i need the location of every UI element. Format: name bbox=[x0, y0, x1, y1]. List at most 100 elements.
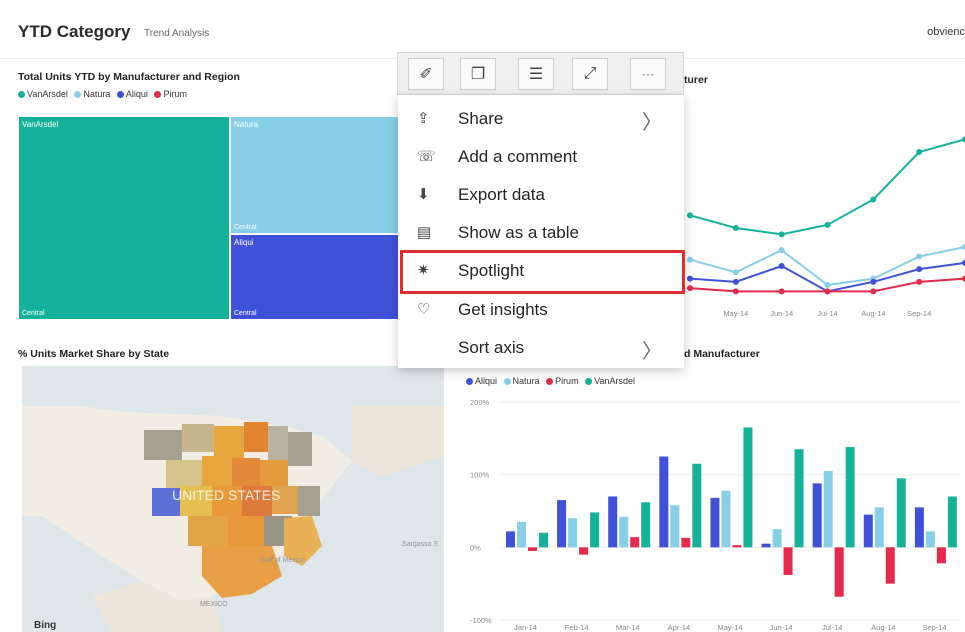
bar bbox=[670, 505, 680, 548]
chevron-right-icon: 〉 bbox=[642, 341, 662, 363]
x-tick-label: Jun-14 bbox=[770, 623, 793, 632]
more-options-icon[interactable]: ··· bbox=[630, 58, 666, 90]
menu-item-add-comment[interactable]: ☏ Add a comment bbox=[398, 138, 684, 176]
line-point bbox=[824, 221, 831, 228]
line-point bbox=[824, 288, 831, 295]
bar bbox=[681, 537, 691, 548]
x-tick-label: Jul-14 bbox=[822, 623, 842, 632]
bar bbox=[590, 512, 600, 548]
page-title: YTD Category bbox=[18, 22, 131, 41]
bar bbox=[914, 507, 924, 548]
bar bbox=[557, 500, 567, 548]
bar bbox=[947, 496, 957, 548]
menu-item-export-data[interactable]: ⬇ Export data bbox=[398, 176, 684, 214]
legend-item[interactable]: VanArsdel bbox=[18, 89, 68, 99]
line-point bbox=[870, 196, 877, 203]
line-series bbox=[689, 246, 965, 287]
bar bbox=[863, 514, 873, 548]
line-point bbox=[732, 269, 739, 276]
menu-item-share[interactable]: ⇪ Share 〉 bbox=[398, 100, 684, 138]
menu-item-label: Get insights bbox=[458, 300, 548, 319]
line-point bbox=[687, 256, 693, 263]
x-tick-label: May-14 bbox=[717, 623, 742, 632]
pin-icon[interactable]: ✐ bbox=[408, 58, 444, 90]
copy-icon[interactable]: ❐ bbox=[460, 58, 496, 90]
line-point bbox=[916, 266, 923, 273]
y-tick-label: -100% bbox=[470, 616, 492, 625]
legend-item[interactable]: Natura bbox=[74, 89, 110, 99]
line-point bbox=[778, 247, 785, 254]
legend-item[interactable]: Aliqui bbox=[116, 89, 148, 99]
menu-item-show-as-table[interactable]: ▤ Show as a table bbox=[398, 214, 684, 252]
menu-item-label: Share bbox=[458, 109, 504, 128]
bar bbox=[783, 547, 793, 575]
map-country-label: UNITED STATES bbox=[172, 487, 280, 503]
bar bbox=[692, 463, 702, 548]
line-point bbox=[916, 278, 923, 285]
map-canvas[interactable]: UNITED STATES Gulf of Mexico MEXICO Sarg… bbox=[22, 366, 444, 632]
map-title: % Units Market Share by State bbox=[18, 348, 170, 360]
line-point bbox=[870, 278, 877, 285]
share-icon: ⇪ bbox=[417, 110, 430, 127]
map-gulf-label: Gulf of Mexico bbox=[260, 557, 305, 564]
x-tick-label: Sep-14 bbox=[907, 309, 931, 318]
bar bbox=[761, 543, 771, 548]
line-point bbox=[778, 288, 785, 295]
x-tick-label: Feb-14 bbox=[565, 623, 589, 632]
bar bbox=[743, 427, 753, 548]
bar-chart-svg: 200% 100% 0% -100% Jan-14 Feb-14 Mar-14 Apr-14 M… bbox=[470, 398, 960, 632]
y-tick-label: 200% bbox=[470, 398, 490, 407]
bar bbox=[874, 507, 884, 548]
bar bbox=[608, 496, 618, 548]
menu-item-get-insights[interactable]: ♡ Get insights bbox=[398, 291, 684, 329]
menu-item-sort-axis[interactable]: Sort axis 〉 bbox=[398, 329, 684, 367]
line-point bbox=[687, 275, 693, 282]
map-mexico-label: MEXICO bbox=[200, 601, 228, 608]
filter-icon[interactable]: ☰ bbox=[518, 58, 554, 90]
line-point bbox=[732, 278, 739, 285]
x-tick-label: Aug-14 bbox=[861, 309, 885, 318]
visual-header-toolbar: ✐ ❐ ☰ ⤢ ··· bbox=[397, 52, 684, 95]
bar bbox=[506, 531, 515, 548]
bar bbox=[528, 547, 537, 551]
line-point bbox=[687, 285, 693, 292]
bar bbox=[732, 545, 742, 548]
bar bbox=[568, 518, 578, 548]
treemap-title: Total Units YTD by Manufacturer and Regi… bbox=[18, 71, 240, 83]
y-tick-label: 0% bbox=[470, 543, 481, 552]
bar bbox=[896, 478, 906, 548]
bar bbox=[579, 547, 589, 555]
x-tick-label: May-14 bbox=[723, 309, 748, 318]
bar bbox=[885, 547, 895, 584]
bar bbox=[823, 471, 833, 548]
bar bbox=[710, 497, 720, 548]
bar-chart-visual[interactable]: d Manufacturer Aliqui Natura Pirum VanAr… bbox=[460, 336, 965, 632]
page-subtitle: Trend Analysis bbox=[144, 28, 210, 39]
legend-item[interactable]: Pirum bbox=[154, 89, 187, 99]
bar bbox=[772, 529, 782, 548]
comment-icon: ☏ bbox=[417, 148, 436, 165]
treemap-visual[interactable]: Total Units YTD by Manufacturer and Regi… bbox=[14, 64, 454, 324]
menu-item-label: Sort axis bbox=[458, 338, 525, 357]
bar bbox=[834, 547, 844, 597]
lightbulb-icon: ♡ bbox=[417, 301, 431, 318]
y-tick-label: 100% bbox=[470, 471, 490, 480]
line-point bbox=[732, 288, 739, 295]
line-point bbox=[732, 225, 739, 231]
bar bbox=[721, 490, 731, 548]
treemap-cell-vanarsdel[interactable]: VanArsdel Central bbox=[18, 116, 230, 320]
bar bbox=[925, 531, 935, 548]
x-tick-label: Jun-14 bbox=[770, 309, 793, 318]
x-tick-label: Jul-14 bbox=[817, 309, 837, 318]
menu-item-label: Export data bbox=[458, 185, 545, 204]
bar bbox=[659, 456, 669, 548]
map-drawing: UNITED STATES Gulf of Mexico MEXICO Sarg… bbox=[22, 366, 444, 632]
bar bbox=[936, 547, 946, 564]
x-tick-label: Mar-14 bbox=[616, 623, 640, 632]
line-point bbox=[870, 288, 877, 295]
table-icon: ▤ bbox=[417, 224, 432, 241]
line-point bbox=[824, 282, 831, 288]
focus-mode-icon[interactable]: ⤢ bbox=[572, 58, 608, 90]
map-sea-label: Sargasso S bbox=[402, 541, 439, 548]
report-header: YTD Category Trend Analysis obvienc bbox=[0, 0, 965, 59]
